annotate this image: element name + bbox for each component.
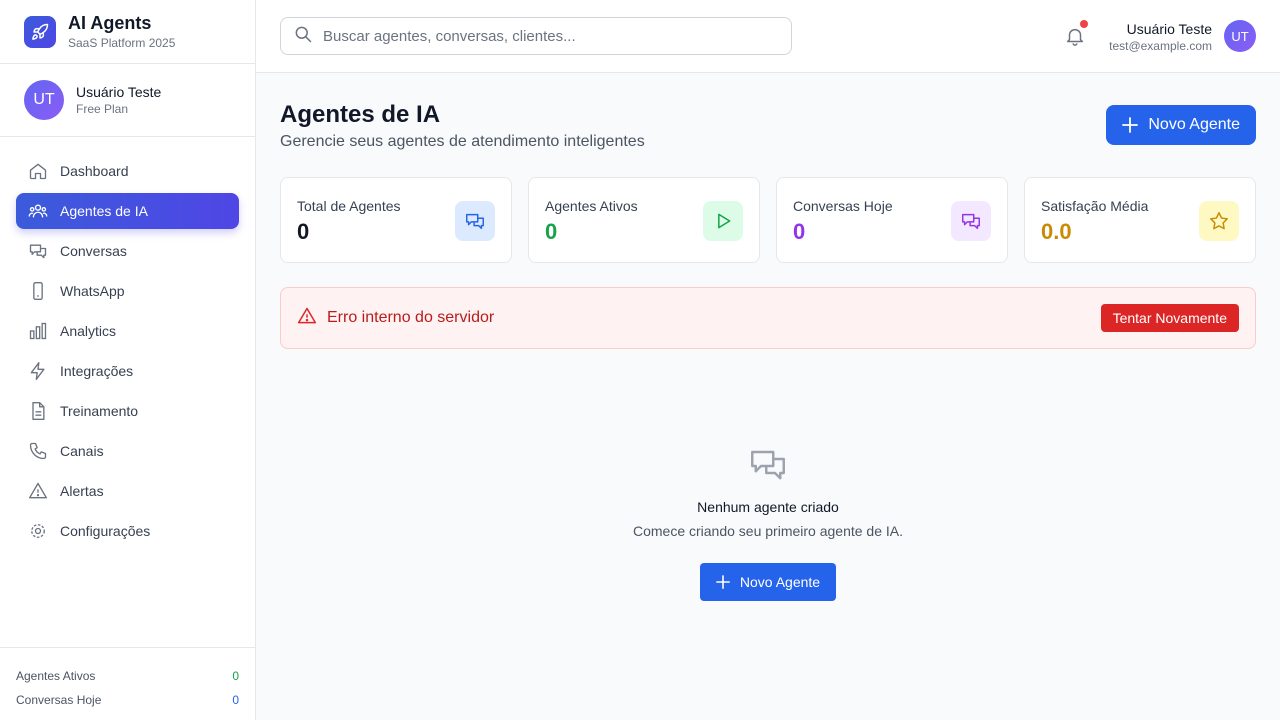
- top-header: Usuário Teste test@example.com UT: [256, 0, 1280, 73]
- header-user-name: Usuário Teste: [1126, 21, 1212, 37]
- sidebar-item-alertas[interactable]: Alertas: [16, 473, 239, 509]
- empty-state: Nenhum agente criado Comece criando seu …: [280, 445, 1256, 601]
- footer-stat-value: 0: [232, 693, 239, 707]
- stat-value: 0.0: [1041, 219, 1072, 244]
- phone-icon: [28, 441, 48, 461]
- stat-value: 0: [297, 219, 310, 244]
- sidebar-footer-stats: Agentes Ativos 0 Conversas Hoje 0: [0, 647, 255, 720]
- stat-card-avg-satisfaction: Satisfação Média 0.0: [1024, 177, 1256, 263]
- rocket-icon: [24, 15, 56, 48]
- users-icon: [28, 201, 48, 221]
- footer-stat-value: 0: [232, 669, 239, 683]
- footer-stat-agents: Agentes Ativos 0: [16, 664, 239, 688]
- error-alert: Erro interno do servidor Tentar Novament…: [280, 287, 1256, 349]
- sidebar-item-label: Alertas: [60, 483, 104, 499]
- footer-stat-label: Agentes Ativos: [16, 669, 96, 683]
- search-box[interactable]: [280, 17, 792, 55]
- sidebar-item-analytics[interactable]: Analytics: [16, 313, 239, 349]
- page-subtitle: Gerencie seus agentes de atendimento int…: [280, 133, 645, 150]
- lightning-icon: [28, 361, 48, 381]
- stat-value: 0: [793, 219, 806, 244]
- sidebar-item-configuracoes[interactable]: Configurações: [16, 513, 239, 549]
- search-input[interactable]: [323, 27, 763, 45]
- stat-card-total-agents: Total de Agentes 0: [280, 177, 512, 263]
- sidebar-item-label: Canais: [60, 443, 104, 459]
- footer-stat-label: Conversas Hoje: [16, 693, 102, 707]
- notification-badge: [1080, 20, 1088, 28]
- sidebar-item-agentes[interactable]: Agentes de IA: [16, 193, 239, 229]
- plus-icon: [715, 575, 730, 589]
- stat-value: 0: [545, 219, 558, 244]
- sidebar-user-name: Usuário Teste: [76, 84, 162, 100]
- stat-label: Total de Agentes: [297, 198, 401, 214]
- sidebar-item-integracoes[interactable]: Integrações: [16, 353, 239, 389]
- phone-device-icon: [28, 281, 48, 301]
- header-user-email: test@example.com: [1109, 39, 1212, 53]
- sidebar-user-card[interactable]: UT Usuário Teste Free Plan: [0, 64, 255, 137]
- page-title: Agentes de IA: [280, 101, 441, 128]
- sidebar-item-label: Conversas: [60, 243, 127, 259]
- sidebar-user-plan: Free Plan: [76, 102, 129, 116]
- sidebar-item-label: WhatsApp: [60, 283, 125, 299]
- warning-icon: [297, 306, 317, 331]
- retry-button[interactable]: Tentar Novamente: [1100, 304, 1239, 332]
- sidebar-item-label: Treinamento: [60, 403, 139, 419]
- play-icon: [703, 201, 743, 241]
- plus-icon: [1122, 117, 1139, 133]
- sidebar-item-dashboard[interactable]: Dashboard: [16, 153, 239, 189]
- empty-state-subtitle: Comece criando seu primeiro agente de IA…: [632, 523, 904, 539]
- new-agent-label: Novo Agente: [1148, 116, 1240, 133]
- sidebar-item-label: Integrações: [60, 363, 134, 379]
- avatar: UT: [24, 80, 64, 120]
- home-icon: [28, 161, 48, 181]
- empty-state-title: Nenhum agente criado: [697, 499, 839, 515]
- stat-card-active-agents: Agentes Ativos 0: [528, 177, 760, 263]
- gear-icon: [28, 521, 48, 541]
- search-icon: [293, 24, 313, 49]
- warning-icon: [28, 481, 48, 501]
- sidebar-item-treinamento[interactable]: Treinamento: [16, 393, 239, 429]
- error-message: Erro interno do servidor: [327, 309, 495, 326]
- header-user-info[interactable]: Usuário Teste test@example.com: [1109, 20, 1212, 54]
- brand[interactable]: AI Agents SaaS Platform 2025: [0, 0, 255, 64]
- sidebar-nav: Dashboard Agentes de IA Conversas WhatsA…: [0, 137, 255, 549]
- empty-new-agent-label: Novo Agente: [739, 574, 821, 590]
- sidebar-item-conversas[interactable]: Conversas: [16, 233, 239, 269]
- brand-subtitle: SaaS Platform 2025: [68, 36, 176, 50]
- stat-label: Conversas Hoje: [793, 198, 893, 214]
- chat-icon: [280, 445, 1256, 487]
- sidebar-item-label: Configurações: [60, 523, 151, 539]
- stats-row: Total de Agentes 0 Agentes Ativos 0 Conv…: [280, 177, 1256, 263]
- chat-icon: [455, 201, 495, 241]
- bar-chart-icon: [28, 321, 48, 341]
- avatar[interactable]: UT: [1224, 20, 1256, 52]
- star-icon: [1199, 201, 1239, 241]
- sidebar-item-whatsapp[interactable]: WhatsApp: [16, 273, 239, 309]
- stat-label: Satisfação Média: [1041, 198, 1149, 214]
- notifications-button[interactable]: [1064, 20, 1088, 48]
- sidebar-item-label: Agentes de IA: [60, 203, 148, 219]
- stat-label: Agentes Ativos: [545, 198, 638, 214]
- chat-icon: [28, 241, 48, 261]
- new-agent-button[interactable]: Novo Agente: [1106, 105, 1256, 145]
- brand-title: AI Agents: [68, 13, 152, 33]
- sidebar-item-label: Analytics: [60, 323, 117, 339]
- stat-card-conversations-today: Conversas Hoje 0: [776, 177, 1008, 263]
- sidebar: AI Agents SaaS Platform 2025 UT Usuário …: [0, 0, 256, 720]
- sidebar-item-canais[interactable]: Canais: [16, 433, 239, 469]
- sidebar-item-label: Dashboard: [60, 163, 129, 179]
- empty-new-agent-button[interactable]: Novo Agente: [699, 563, 837, 601]
- document-icon: [28, 401, 48, 421]
- chat-icon: [951, 201, 991, 241]
- footer-stat-convs: Conversas Hoje 0: [16, 688, 239, 712]
